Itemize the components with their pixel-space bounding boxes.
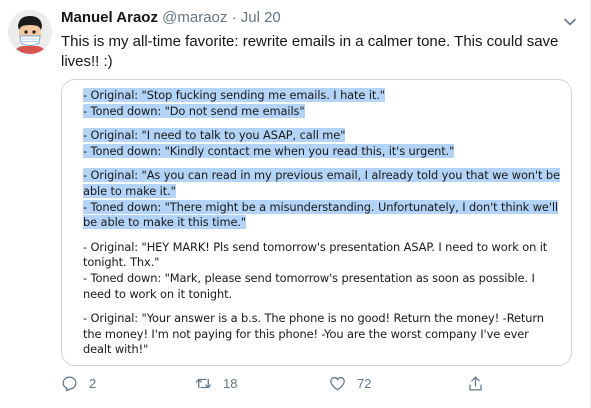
- author-handle[interactable]: @maraoz: [162, 9, 227, 26]
- reply-count: 2: [89, 375, 97, 391]
- card-text-line-content: - Original: "Stop fucking sending me ema…: [83, 88, 385, 102]
- card-blank-line: [83, 231, 561, 240]
- like-button[interactable]: 72: [328, 371, 371, 395]
- card-text-line: - Toned down: "Mark, please send tomorro…: [83, 271, 561, 287]
- more-options-button[interactable]: [560, 12, 580, 32]
- card-text-line: - Toned down: "There might be a misunder…: [83, 199, 561, 216]
- card-text-line: be able to make it this time.": [83, 215, 561, 231]
- retweet-icon: [195, 378, 212, 388]
- author-name[interactable]: Manuel Araoz: [61, 9, 158, 26]
- card-text-line-content: be able to make it this time.": [83, 215, 247, 230]
- card-text-line-content: - Original: "As you can read in my previ…: [83, 168, 560, 183]
- tweet-date[interactable]: Jul 20: [241, 9, 281, 26]
- card-blank-line: [83, 302, 561, 311]
- card-blank-line: [83, 119, 561, 128]
- card-text-line: - Original: "As you can read in my previ…: [83, 168, 561, 184]
- card-text-line: tonight. Thx.": [83, 255, 561, 271]
- card-text-line-content: - Original: "I need to talk to you ASAP,…: [83, 128, 346, 143]
- card-text-line-content: - Toned down: "Kindly contact me when yo…: [83, 143, 455, 158]
- heart-icon: [330, 376, 345, 390]
- card-text-line-content: - Toned down: "Mark, please send tomorro…: [83, 270, 535, 285]
- card-text-line: - Original: "I need to talk to you ASAP,…: [83, 128, 561, 144]
- card-text-line: need to work on it tonight.: [83, 287, 561, 303]
- card-text-line: - Original: "HEY MARK! Pls send tomorrow…: [83, 240, 561, 256]
- card-text-block: - Original: "Stop fucking sending me ema…: [83, 88, 561, 358]
- card-text-line: - Toned down: "Kindly contact me when yo…: [83, 143, 561, 160]
- card-text-line-content: - Toned down: "There might be a misunder…: [83, 199, 558, 214]
- avatar-illustration: [8, 10, 52, 54]
- card-text-line-content: - Original: "HEY MARK! Pls send tomorrow…: [83, 239, 548, 254]
- share-button[interactable]: [466, 371, 485, 395]
- reply-icon: [62, 376, 77, 391]
- card-text-line-content: dealt with!": [83, 342, 149, 357]
- card-text-line-content: able to make it.": [83, 183, 176, 198]
- share-icon: [469, 376, 482, 390]
- avatar[interactable]: [8, 10, 52, 54]
- card-text-line-content: - Original: "Your answer is a b.s. The p…: [83, 311, 544, 326]
- card-text-line: - Original: "Stop fucking sending me ema…: [83, 88, 561, 104]
- card-text-line-content: tonight. Thx.": [83, 255, 160, 270]
- card-text-line: - Original: "Your answer is a b.s. The p…: [83, 311, 561, 327]
- tweet-text: This is my all-time favorite: rewrite em…: [61, 33, 559, 70]
- like-count: 72: [357, 375, 372, 391]
- retweet-button[interactable]: 18: [194, 371, 237, 395]
- header-separator: ·: [231, 9, 237, 26]
- tweet-actions: 2 18 72: [0, 371, 591, 397]
- card-blank-line: [83, 159, 561, 168]
- card-text-line: the money! I'm not paying for this phone…: [83, 327, 561, 343]
- chevron-down-icon: [564, 18, 576, 26]
- card-text-line-content: - Toned down: "Do not send me emails": [83, 103, 305, 118]
- card-text-line: able to make it.": [83, 183, 561, 200]
- image-card[interactable]: - Original: "Stop fucking sending me ema…: [61, 79, 572, 366]
- card-text-line: dealt with!": [83, 342, 561, 358]
- card-text-line-content: the money! I'm not paying for this phone…: [83, 326, 529, 341]
- tweet[interactable]: Manuel Araoz @maraoz · Jul 20 This is my…: [0, 0, 591, 408]
- retweet-count: 18: [223, 375, 238, 391]
- reply-button[interactable]: 2: [60, 371, 96, 395]
- card-text-line-content: need to work on it tonight.: [83, 286, 233, 301]
- tweet-header: Manuel Araoz @maraoz · Jul 20: [61, 9, 281, 27]
- card-text-line: - Toned down: "Do not send me emails": [83, 103, 561, 120]
